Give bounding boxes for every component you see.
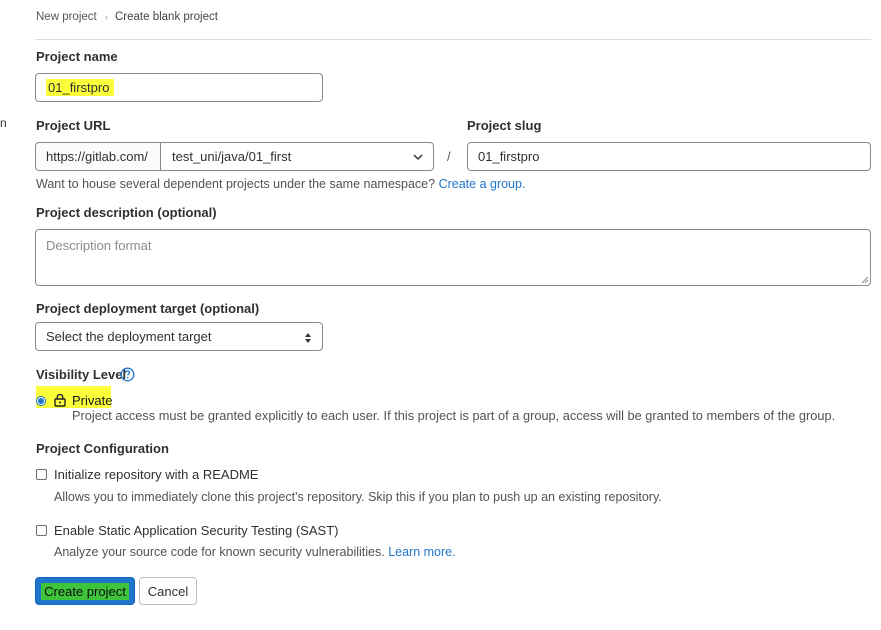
deployment-target-value: Select the deployment target bbox=[46, 329, 212, 344]
project-name-input[interactable]: 01_firstpro bbox=[35, 73, 323, 102]
create-group-link[interactable]: Create a group. bbox=[439, 177, 526, 191]
namespace-value: test_uni/java/01_first bbox=[172, 149, 292, 164]
project-url-label: Project URL bbox=[36, 118, 111, 133]
project-configuration-label: Project Configuration bbox=[36, 441, 169, 456]
project-description-textarea[interactable]: Description format bbox=[35, 229, 871, 286]
readme-checkbox[interactable] bbox=[36, 469, 47, 480]
visibility-private-help: Project access must be granted explicitl… bbox=[72, 408, 836, 423]
namespace-select[interactable]: test_uni/java/01_first bbox=[160, 142, 434, 171]
visibility-private-label[interactable]: Private bbox=[72, 393, 112, 408]
deployment-target-select[interactable]: Select the deployment target bbox=[35, 322, 323, 351]
breadcrumb-create-blank-project: Create blank project bbox=[115, 11, 218, 23]
readme-label[interactable]: Initialize repository with a README bbox=[54, 467, 258, 482]
project-name-label: Project name bbox=[36, 49, 118, 64]
resize-handle-icon[interactable] bbox=[861, 276, 869, 284]
project-slug-input[interactable]: 01_firstpro bbox=[467, 142, 871, 171]
deployment-target-label: Project deployment target (optional) bbox=[36, 301, 260, 316]
learn-more-link[interactable]: Learn more. bbox=[388, 545, 455, 559]
sast-help: Analyze your source code for known secur… bbox=[54, 545, 456, 559]
project-url-prefix-text: https://gitlab.com/ bbox=[46, 149, 148, 164]
lock-icon bbox=[54, 393, 66, 407]
radio-selected-dot bbox=[38, 398, 44, 404]
sast-help-text: Analyze your source code for known secur… bbox=[54, 545, 385, 559]
create-project-button[interactable]: Create project bbox=[35, 577, 135, 605]
project-description-label: Project description (optional) bbox=[36, 205, 217, 220]
sidebar-text-fragment: n bbox=[0, 116, 7, 130]
project-slug-label: Project slug bbox=[467, 118, 542, 133]
sort-arrows-icon bbox=[305, 333, 311, 343]
cancel-button[interactable]: Cancel bbox=[139, 577, 197, 605]
cancel-label: Cancel bbox=[147, 583, 189, 599]
breadcrumb-new-project[interactable]: New project bbox=[36, 11, 97, 23]
description-placeholder: Description format bbox=[46, 238, 152, 253]
project-url-prefix: https://gitlab.com/ bbox=[35, 142, 160, 171]
sast-checkbox[interactable] bbox=[36, 525, 47, 536]
chevron-right-icon: › bbox=[105, 12, 108, 22]
chevron-down-icon bbox=[413, 154, 423, 161]
create-project-label: Create project bbox=[41, 582, 129, 600]
readme-help: Allows you to immediately clone this pro… bbox=[54, 490, 662, 504]
sast-label[interactable]: Enable Static Application Security Testi… bbox=[54, 523, 338, 538]
url-slug-separator: / bbox=[447, 149, 451, 164]
question-circle-icon[interactable] bbox=[120, 367, 135, 382]
namespace-help-sentence: Want to house several dependent projects… bbox=[36, 177, 436, 191]
breadcrumb-divider bbox=[35, 39, 871, 40]
project-slug-value: 01_firstpro bbox=[478, 149, 540, 164]
visibility-level-label: Visibility Level bbox=[36, 367, 127, 382]
namespace-help-text: Want to house several dependent projects… bbox=[36, 177, 525, 191]
project-name-value: 01_firstpro bbox=[46, 79, 115, 96]
visibility-private-radio[interactable] bbox=[36, 396, 46, 406]
